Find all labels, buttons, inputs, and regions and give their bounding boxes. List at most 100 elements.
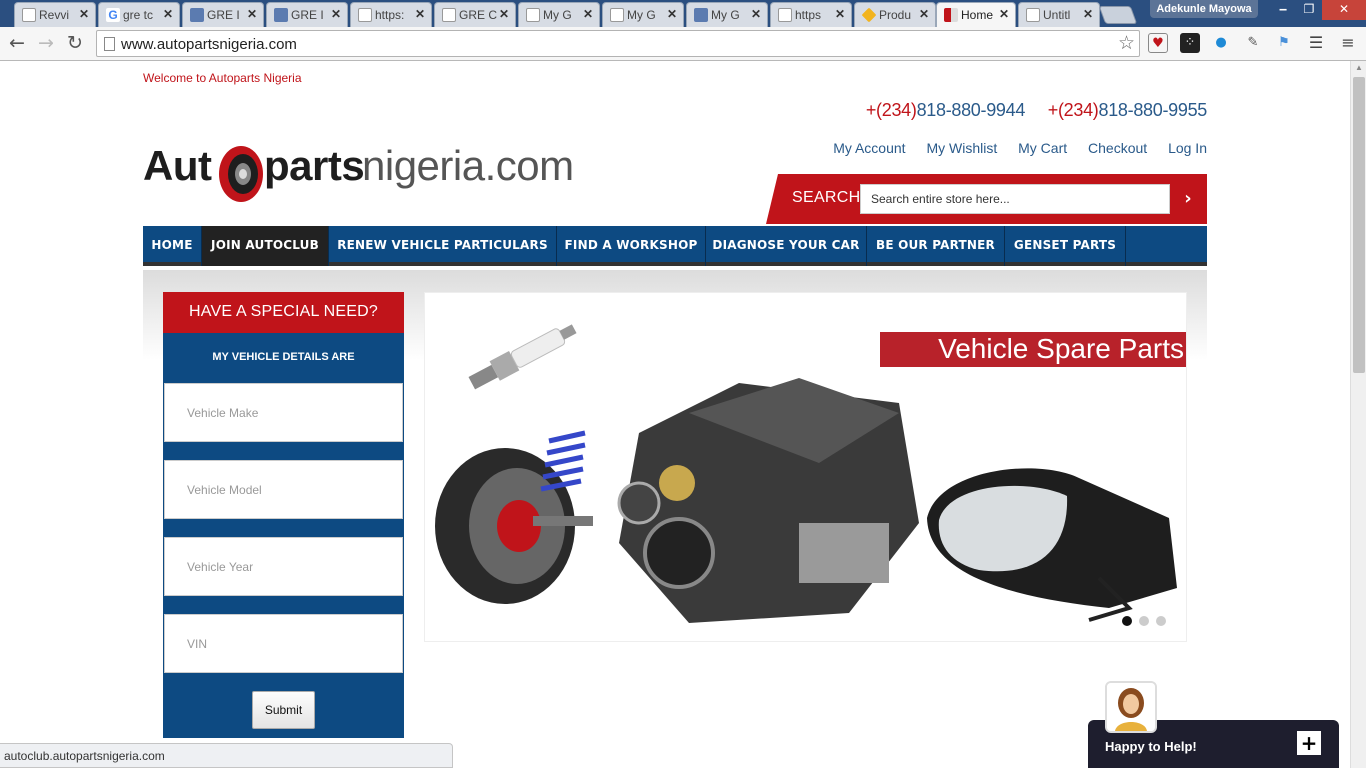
close-tab-icon[interactable]: ✕ — [415, 7, 425, 21]
login-link[interactable]: Log In — [1168, 140, 1207, 156]
close-tab-icon[interactable]: ✕ — [583, 7, 593, 21]
phone-1[interactable]: +(234)818-880-9944 — [866, 100, 1026, 120]
page-icon — [22, 8, 36, 22]
expand-plus-icon[interactable]: + — [1297, 731, 1321, 755]
back-arrow-icon[interactable]: ← — [5, 32, 29, 56]
nav-genset-parts[interactable]: GENSET PARTS — [1005, 226, 1126, 266]
close-tab-icon[interactable]: ✕ — [79, 7, 89, 21]
vehicle-model-field[interactable] — [164, 460, 403, 519]
browser-tab[interactable]: My G ✕ — [602, 2, 684, 27]
browser-tab[interactable]: My G ✕ — [686, 2, 768, 27]
browser-tab[interactable]: Revvi ✕ — [14, 2, 96, 27]
search-bar: SEARCH: › — [766, 174, 1207, 224]
pocket-extension-icon[interactable]: ♥ — [1148, 33, 1168, 53]
browser-tab[interactable]: GRE I ✕ — [266, 2, 348, 27]
address-bar[interactable]: www.autopartsnigeria.com ☆ — [96, 30, 1140, 57]
page-scrollbar[interactable]: ▲ — [1350, 61, 1366, 768]
nav-be-our-partner[interactable]: BE OUR PARTNER — [867, 226, 1005, 266]
reload-icon[interactable]: ↻ — [63, 32, 87, 56]
search-label: SEARCH: — [792, 189, 866, 206]
blackberry-extension-icon[interactable]: ⁘ — [1180, 33, 1200, 53]
site-icon — [274, 8, 288, 22]
close-tab-icon[interactable]: ✕ — [835, 7, 845, 21]
browser-tab-active[interactable]: Home ✕ — [936, 2, 1016, 27]
bookmark-star-icon[interactable]: ☆ — [1118, 32, 1135, 54]
vehicle-make-field[interactable] — [164, 383, 403, 442]
tab-label: Produ — [879, 8, 912, 22]
page-icon — [104, 37, 115, 51]
new-tab-button[interactable] — [1098, 6, 1138, 24]
tab-label: GRE I — [291, 8, 324, 22]
vehicle-year-field[interactable] — [164, 537, 403, 596]
eyedropper-extension-icon[interactable]: ✎ — [1243, 33, 1263, 53]
browser-tab[interactable]: Ggre tc ✕ — [98, 2, 180, 27]
restore-icon[interactable]: ❐ — [1296, 0, 1322, 20]
browser-tab[interactable]: GRE C ✕ — [434, 2, 516, 27]
page-icon — [358, 8, 372, 22]
spark-plug-image — [468, 324, 577, 390]
page-icon — [778, 8, 792, 22]
nav-diagnose-your-car[interactable]: DIAGNOSE YOUR CAR — [706, 226, 867, 266]
page-icon — [526, 8, 540, 22]
flag-extension-icon[interactable]: ⚑ — [1274, 33, 1294, 53]
close-tab-icon[interactable]: ✕ — [331, 7, 341, 21]
search-arrow-icon[interactable]: › — [1178, 186, 1198, 212]
nav-home[interactable]: HOME — [143, 226, 202, 266]
special-need-subtitle: MY VEHICLE DETAILS ARE — [212, 351, 355, 363]
slide-dot[interactable] — [1139, 616, 1149, 626]
nav-join-autoclub[interactable]: JOIN AUTOCLUB — [202, 226, 329, 266]
tab-label: GRE I — [207, 8, 240, 22]
menu-icon[interactable]: ≡ — [1338, 33, 1358, 53]
close-tab-icon[interactable]: ✕ — [919, 7, 929, 21]
special-need-form: HAVE A SPECIAL NEED? MY VEHICLE DETAILS … — [163, 292, 404, 738]
close-tab-icon[interactable]: ✕ — [999, 7, 1009, 21]
tyre-logo-icon — [219, 146, 263, 202]
url-text: www.autopartsnigeria.com — [121, 36, 297, 53]
browser-tab[interactable]: https: ✕ — [350, 2, 432, 27]
hero-banner[interactable]: Vehicle Spare Parts — [424, 292, 1187, 642]
forward-arrow-icon[interactable]: → — [34, 32, 58, 56]
my-wishlist-link[interactable]: My Wishlist — [926, 140, 997, 156]
search-input[interactable] — [860, 184, 1170, 214]
close-tab-icon[interactable]: ✕ — [499, 7, 509, 21]
checkout-link[interactable]: Checkout — [1088, 140, 1147, 156]
browser-tab[interactable]: Produ ✕ — [854, 2, 936, 27]
vin-field[interactable] — [164, 614, 403, 673]
product-icon — [861, 7, 877, 23]
browser-tab[interactable]: GRE I ✕ — [182, 2, 264, 27]
my-account-link[interactable]: My Account — [833, 140, 905, 156]
browser-tab[interactable]: Untitl ✕ — [1018, 2, 1100, 27]
close-tab-icon[interactable]: ✕ — [1083, 7, 1093, 21]
my-cart-link[interactable]: My Cart — [1018, 140, 1067, 156]
submit-button[interactable]: Submit — [252, 691, 315, 729]
nav-find-a-workshop[interactable]: FIND A WORKSHOP — [557, 226, 706, 266]
nav-renew-vehicle-particulars[interactable]: RENEW VEHICLE PARTICULARS — [329, 226, 557, 266]
welcome-text: Welcome to Autoparts Nigeria — [143, 71, 302, 85]
site-icon — [190, 8, 204, 22]
account-links: My Account My Wishlist My Cart Checkout … — [816, 140, 1207, 156]
special-need-title: HAVE A SPECIAL NEED? — [163, 292, 404, 333]
window-close-icon[interactable]: ✕ — [1322, 0, 1366, 20]
site-logo[interactable]: Aut parts nigeria.com — [143, 139, 603, 205]
tab-label: https — [795, 8, 822, 22]
reader-icon[interactable]: ☰ — [1306, 33, 1326, 53]
minimize-icon[interactable]: ‒ — [1270, 0, 1296, 20]
close-tab-icon[interactable]: ✕ — [247, 7, 257, 21]
close-tab-icon[interactable]: ✕ — [163, 7, 173, 21]
scrollbar-thumb[interactable] — [1353, 77, 1365, 373]
browser-tab[interactable]: My G ✕ — [518, 2, 600, 27]
phone-2[interactable]: +(234)818-880-9955 — [1048, 100, 1208, 120]
browser-tab-strip: Revvi ✕ Ggre tc ✕ GRE I ✕ GRE I ✕ https: ✕ GR… — [0, 0, 1366, 27]
chat-extension-icon[interactable]: ● — [1211, 33, 1231, 53]
scroll-up-icon[interactable]: ▲ — [1355, 63, 1363, 72]
page-icon — [442, 8, 456, 22]
slide-dot-active[interactable] — [1122, 616, 1132, 626]
profile-button[interactable]: Adekunle Mayowa — [1150, 0, 1258, 18]
slide-dot[interactable] — [1156, 616, 1166, 626]
browser-tab[interactable]: https ✕ — [770, 2, 852, 27]
tab-label: My G — [627, 8, 656, 22]
close-tab-icon[interactable]: ✕ — [751, 7, 761, 21]
engine-image — [617, 378, 919, 623]
close-tab-icon[interactable]: ✕ — [667, 7, 677, 21]
wheel-suspension-image — [435, 430, 593, 604]
